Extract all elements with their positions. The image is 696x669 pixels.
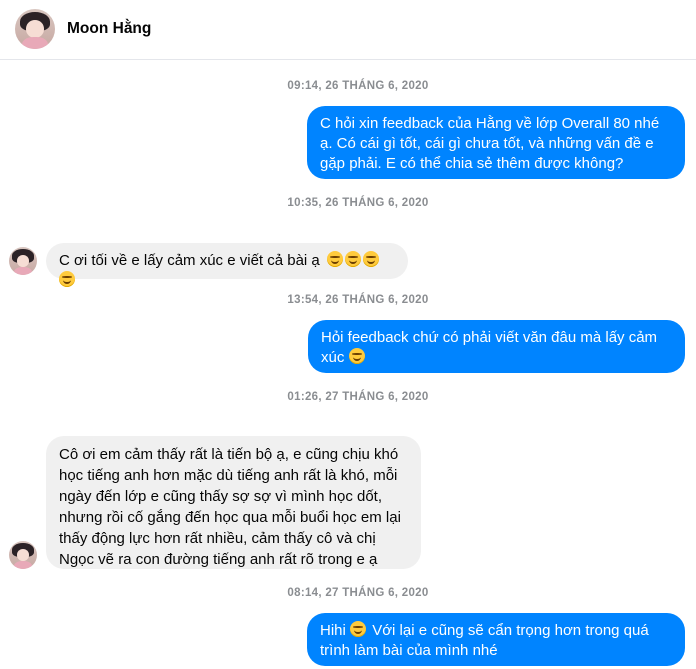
timestamp: 09:14, 26 THÁNG 6, 2020 xyxy=(287,80,429,92)
message-text: C hỏi xin feedback của Hằng về lớp Overa… xyxy=(320,115,660,172)
outgoing-message[interactable]: C hỏi xin feedback của Hằng về lớp Overa… xyxy=(307,106,685,179)
contact-avatar-small[interactable] xyxy=(9,541,37,569)
chat-header: Moon Hằng xyxy=(0,0,696,60)
contact-avatar[interactable] xyxy=(15,9,55,49)
grinning-emoji-icon xyxy=(348,348,365,364)
message-text: Hỏi feedback chứ có phải viết văn đâu mà… xyxy=(321,329,658,366)
grinning-emoji-icon xyxy=(350,621,367,637)
outgoing-message[interactable]: Hihi Với lại e cũng sẽ cẩn trọng hơn tro… xyxy=(307,613,685,666)
outgoing-message[interactable]: Hỏi feedback chứ có phải viết văn đâu mà… xyxy=(308,320,685,373)
timestamp: 13:54, 26 THÁNG 6, 2020 xyxy=(287,294,429,306)
message-text-start: Hihi xyxy=(320,622,346,639)
timestamp: 01:26, 27 THÁNG 6, 2020 xyxy=(287,391,429,403)
message-text: C ơi tối về e lấy cảm xúc e viết cả bài … xyxy=(59,252,320,269)
contact-name[interactable]: Moon Hằng xyxy=(67,20,151,38)
incoming-message[interactable]: Cô ơi em cảm thấy rất là tiến bộ ạ, e cũ… xyxy=(46,436,421,569)
timestamp: 08:14, 27 THÁNG 6, 2020 xyxy=(287,587,429,599)
contact-avatar-small[interactable] xyxy=(9,247,37,275)
timestamp: 10:35, 26 THÁNG 6, 2020 xyxy=(287,197,429,209)
message-text-end: Với lại e cũng sẽ cẩn trọng hơn trong qu… xyxy=(320,622,649,659)
message-text: Cô ơi em cảm thấy rất là tiến bộ ạ, e cũ… xyxy=(59,446,401,568)
incoming-message[interactable]: C ơi tối về e lấy cảm xúc e viết cả bài … xyxy=(46,243,408,287)
